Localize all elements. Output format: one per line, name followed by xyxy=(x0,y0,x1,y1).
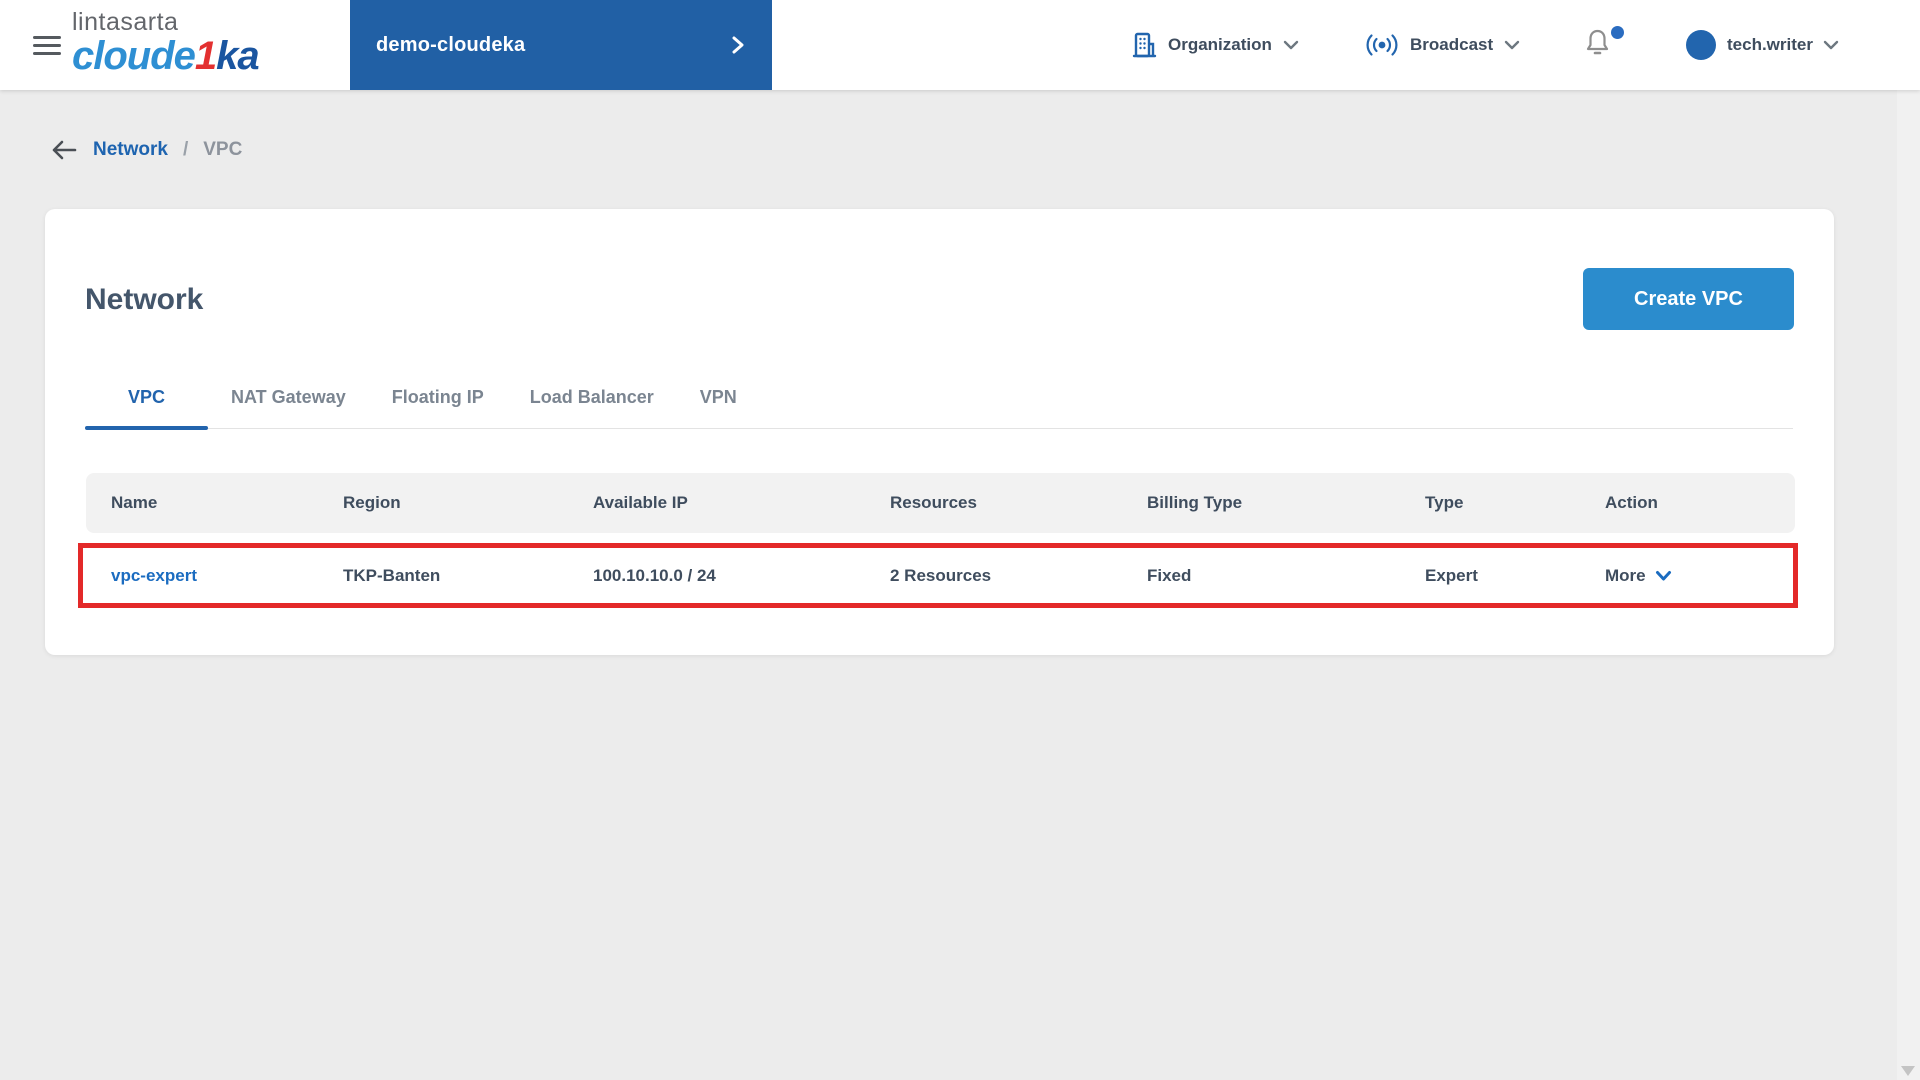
tab-floating-ip[interactable]: Floating IP xyxy=(369,370,507,429)
hamburger-menu-icon[interactable] xyxy=(33,36,61,56)
bell-icon xyxy=(1586,29,1609,55)
column-header-type: Type xyxy=(1425,493,1464,512)
broadcast-icon xyxy=(1364,33,1400,57)
column-header-billing-type: Billing Type xyxy=(1147,493,1243,512)
more-label: More xyxy=(1605,565,1646,585)
column-header-name: Name xyxy=(111,493,158,512)
organization-menu[interactable]: Organization xyxy=(1131,0,1300,90)
username-label: tech.writer xyxy=(1727,35,1813,54)
project-name: demo-cloudeka xyxy=(376,33,526,56)
user-avatar[interactable] xyxy=(1686,30,1716,60)
vpc-name-link[interactable]: vpc-expert xyxy=(111,566,343,586)
back-arrow-icon[interactable] xyxy=(50,138,78,162)
logo-lintasarta-text: lintasarta xyxy=(72,8,179,36)
chevron-down-icon xyxy=(1282,39,1300,51)
tab-vpc[interactable]: VPC xyxy=(85,370,209,430)
breadcrumb-separator: / xyxy=(182,139,189,160)
logo-cloudeka-text: cloude1ka xyxy=(72,34,260,78)
more-actions-button[interactable]: More xyxy=(1605,566,1793,586)
breadcrumb-current: VPC xyxy=(203,139,243,160)
column-header-action: Action xyxy=(1605,493,1658,512)
vpc-resources: 2 Resources xyxy=(890,565,992,585)
building-icon xyxy=(1131,31,1158,59)
tab-bar: VPC NAT Gateway Floating IP Load Balance… xyxy=(85,370,1793,430)
user-menu[interactable]: tech.writer xyxy=(1727,0,1840,90)
chevron-down-icon xyxy=(1503,39,1521,51)
column-header-region: Region xyxy=(343,493,401,512)
organization-label: Organization xyxy=(1168,35,1272,54)
page-title: Network xyxy=(85,283,204,316)
table-header-row: Name Region Available IP Resources Billi… xyxy=(86,473,1795,533)
project-selector[interactable]: demo-cloudeka xyxy=(350,0,772,90)
vpc-available-ip: 100.10.10.0 / 24 xyxy=(593,565,716,585)
chevron-down-icon xyxy=(1822,39,1840,51)
vpc-billing-type: Fixed xyxy=(1147,565,1192,585)
top-header: lintasarta cloude1ka demo-cloudeka Organ… xyxy=(0,0,1920,90)
column-header-available-ip: Available IP xyxy=(593,493,688,512)
scroll-down-arrow-icon[interactable] xyxy=(1901,1066,1915,1076)
network-card: Network Create VPC VPC NAT Gateway Float… xyxy=(45,209,1834,655)
vpc-table: Name Region Available IP Resources Billi… xyxy=(78,473,1798,608)
create-vpc-button[interactable]: Create VPC xyxy=(1583,268,1794,330)
chevron-right-icon xyxy=(730,34,746,56)
vpc-region: TKP-Banten xyxy=(343,565,441,585)
breadcrumb: Network / VPC xyxy=(50,138,242,162)
tab-nat-gateway[interactable]: NAT Gateway xyxy=(208,370,369,429)
breadcrumb-network-link[interactable]: Network xyxy=(93,139,168,161)
table-row-highlighted[interactable]: vpc-expert TKP-Banten 100.10.10.0 / 24 2… xyxy=(78,543,1798,608)
column-header-resources: Resources xyxy=(890,493,977,512)
vpc-type: Expert xyxy=(1425,565,1478,585)
tab-vpn[interactable]: VPN xyxy=(677,370,760,429)
more-chevron-down-icon xyxy=(1655,570,1672,582)
tab-load-balancer[interactable]: Load Balancer xyxy=(507,370,677,429)
broadcast-label: Broadcast xyxy=(1410,35,1494,54)
notifications-button[interactable] xyxy=(1584,26,1624,64)
vertical-scrollbar[interactable] xyxy=(1897,0,1920,1080)
app-logo: lintasarta cloude1ka xyxy=(72,8,260,78)
broadcast-menu[interactable]: Broadcast xyxy=(1364,0,1521,90)
notification-dot xyxy=(1611,26,1624,39)
